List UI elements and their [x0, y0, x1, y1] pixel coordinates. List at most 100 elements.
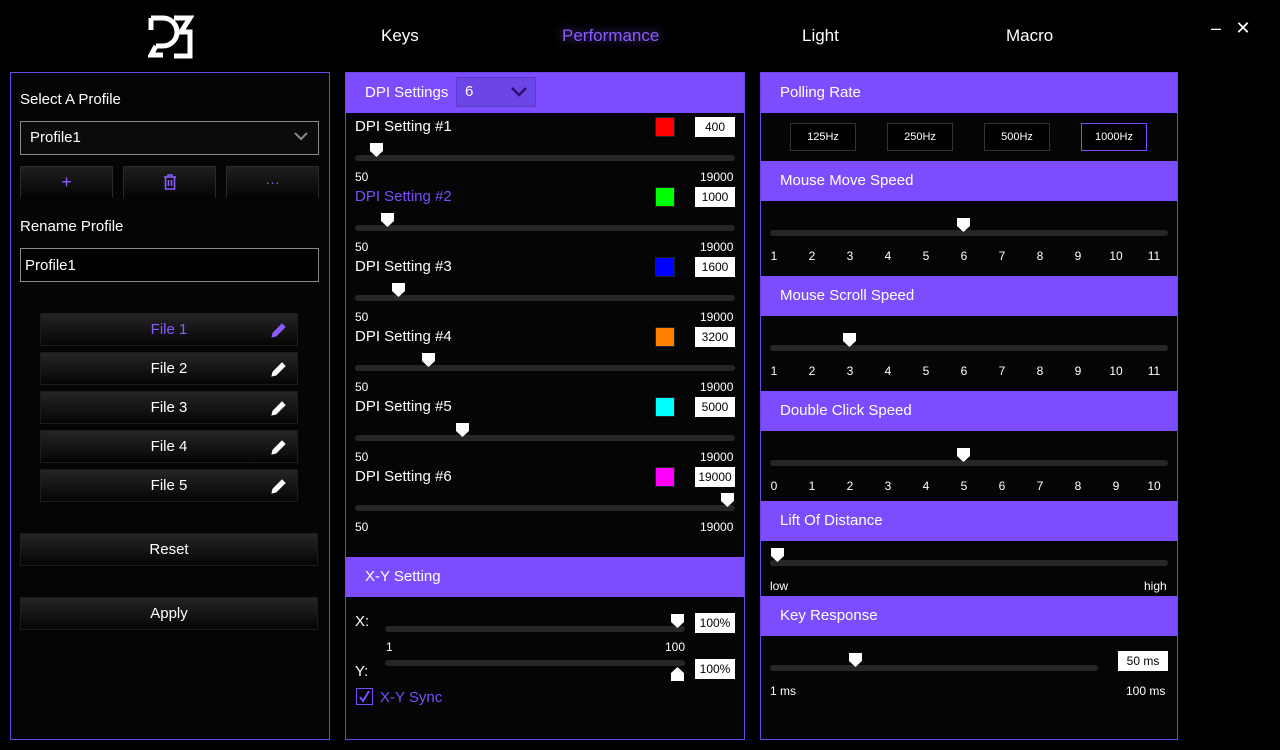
dpi-color-swatch[interactable] [655, 467, 675, 487]
dpi-setting-label[interactable]: DPI Setting #5 [355, 398, 452, 415]
file-4-button[interactable]: File 4 [40, 430, 298, 463]
dpi-value-input[interactable]: 1000 [695, 187, 735, 207]
move-speed-tick-label: 9 [1074, 249, 1082, 263]
move-speed-tick-label: 2 [808, 249, 816, 263]
dpi-slider-track[interactable] [355, 365, 735, 371]
dpi-max-label: 19000 [700, 520, 734, 534]
file-label: File 1 [150, 321, 188, 338]
lift-slider-track[interactable] [770, 560, 1168, 566]
double-click-slider-thumb[interactable] [957, 448, 970, 462]
scroll-speed-header: Mouse Scroll Speed [761, 276, 1177, 316]
dpi-setting-label[interactable]: DPI Setting #3 [355, 258, 452, 275]
polling-1000hz-button[interactable]: 1000Hz [1081, 123, 1147, 151]
x-value[interactable]: 100% [695, 613, 735, 633]
move-speed-tick-label: 6 [960, 249, 968, 263]
dpi-slider-track[interactable] [355, 505, 735, 511]
delete-profile-button[interactable] [123, 166, 216, 198]
more-options-button[interactable]: ··· [226, 166, 319, 198]
y-slider-track[interactable] [385, 660, 685, 666]
dpi-color-swatch[interactable] [655, 187, 675, 207]
dpi-slider-track[interactable] [355, 225, 735, 231]
dpi-slider-thumb[interactable] [392, 283, 406, 297]
select-profile-label: Select A Profile [20, 91, 121, 108]
key-response-header: Key Response [761, 596, 1177, 636]
dpi-max-label: 19000 [700, 170, 734, 184]
move-speed-tick-label: 4 [884, 249, 892, 263]
y-value[interactable]: 100% [695, 659, 735, 679]
scroll-speed-slider-thumb[interactable] [843, 333, 856, 347]
dpi-color-swatch[interactable] [655, 327, 675, 347]
chevron-down-icon [294, 132, 308, 141]
lift-high-label: high [1144, 579, 1167, 593]
file-label: File 2 [150, 360, 188, 377]
file-2-button[interactable]: File 2 [40, 352, 298, 385]
dpi-slider-thumb[interactable] [370, 143, 384, 157]
x-label: X: [355, 613, 370, 630]
dpi-slider-track[interactable] [355, 295, 735, 301]
dpi-value-input[interactable]: 1600 [695, 257, 735, 277]
pencil-icon[interactable] [269, 398, 289, 418]
add-profile-button[interactable]: + [20, 166, 113, 198]
profile-select[interactable]: Profile1 [20, 121, 319, 155]
polling-250hz-button[interactable]: 250Hz [887, 123, 953, 151]
rename-profile-input[interactable] [20, 248, 319, 282]
file-5-button[interactable]: File 5 [40, 469, 298, 502]
pencil-icon[interactable] [269, 359, 289, 379]
dpi-slider-thumb[interactable] [721, 493, 734, 507]
dpi-max-label: 19000 [700, 450, 734, 464]
dpi-color-swatch[interactable] [655, 257, 675, 277]
lift-slider-thumb[interactable] [771, 548, 784, 562]
dpi-max-label: 19000 [700, 380, 734, 394]
dpi-value-input[interactable]: 400 [695, 117, 735, 137]
dpi-setting-label[interactable]: DPI Setting #6 [355, 468, 452, 485]
pencil-icon[interactable] [269, 476, 289, 496]
tab-keys[interactable]: Keys [381, 26, 419, 46]
polling-125hz-button[interactable]: 125Hz [790, 123, 856, 151]
dpi-setting-label[interactable]: DPI Setting #2 [355, 188, 452, 205]
dpi-slider-track[interactable] [355, 435, 735, 441]
dpi-slider-track[interactable] [355, 155, 735, 161]
y-slider-thumb[interactable] [671, 667, 684, 681]
x-slider-thumb[interactable] [671, 614, 684, 628]
key-response-slider-thumb[interactable] [848, 653, 862, 667]
tab-performance[interactable]: Performance [562, 26, 659, 46]
key-response-value[interactable]: 50 ms [1118, 651, 1168, 671]
dpi-min-label: 50 [355, 380, 369, 394]
reset-button[interactable]: Reset [20, 533, 318, 566]
xy-sync-checkbox[interactable] [356, 688, 373, 705]
dpi-setting-label[interactable]: DPI Setting #4 [355, 328, 452, 345]
plus-icon: + [61, 172, 72, 192]
close-button[interactable]: ✕ [1233, 18, 1253, 38]
dpi-color-swatch[interactable] [655, 397, 675, 417]
dpi-value-input[interactable]: 3200 [695, 327, 735, 347]
dpi-slider-thumb[interactable] [456, 423, 470, 437]
file-1-button[interactable]: File 1 [40, 313, 298, 346]
move-speed-slider-thumb[interactable] [957, 218, 970, 232]
file-3-button[interactable]: File 3 [40, 391, 298, 424]
tab-light[interactable]: Light [802, 26, 839, 46]
scroll-speed-tick-label: 9 [1074, 364, 1082, 378]
x-max-label: 100 [665, 640, 686, 654]
tab-macro[interactable]: Macro [1006, 26, 1053, 46]
dpi-setting-label[interactable]: DPI Setting #1 [355, 118, 452, 135]
double-click-tick-label: 6 [998, 479, 1006, 493]
dpi-value-input[interactable]: 5000 [695, 397, 735, 417]
apply-button[interactable]: Apply [20, 597, 318, 630]
dpi-color-swatch[interactable] [655, 117, 675, 137]
file-label: File 4 [150, 438, 188, 455]
check-icon [359, 690, 370, 703]
key-response-slider-track[interactable] [770, 665, 1098, 671]
scroll-speed-slider-track[interactable] [770, 345, 1168, 351]
double-click-tick-label: 2 [846, 479, 854, 493]
polling-rate-header: Polling Rate [761, 73, 1177, 113]
pencil-icon[interactable] [269, 437, 289, 457]
x-slider-track[interactable] [385, 626, 685, 632]
dpi-count-select[interactable]: 6 [456, 77, 536, 107]
pencil-icon[interactable] [269, 320, 289, 340]
move-speed-header: Mouse Move Speed [761, 161, 1177, 201]
polling-500hz-button[interactable]: 500Hz [984, 123, 1050, 151]
minimize-button[interactable]: – [1206, 18, 1226, 38]
dpi-slider-thumb[interactable] [380, 213, 394, 227]
dpi-slider-thumb[interactable] [422, 353, 436, 367]
dpi-value-input[interactable]: 19000 [695, 467, 735, 487]
